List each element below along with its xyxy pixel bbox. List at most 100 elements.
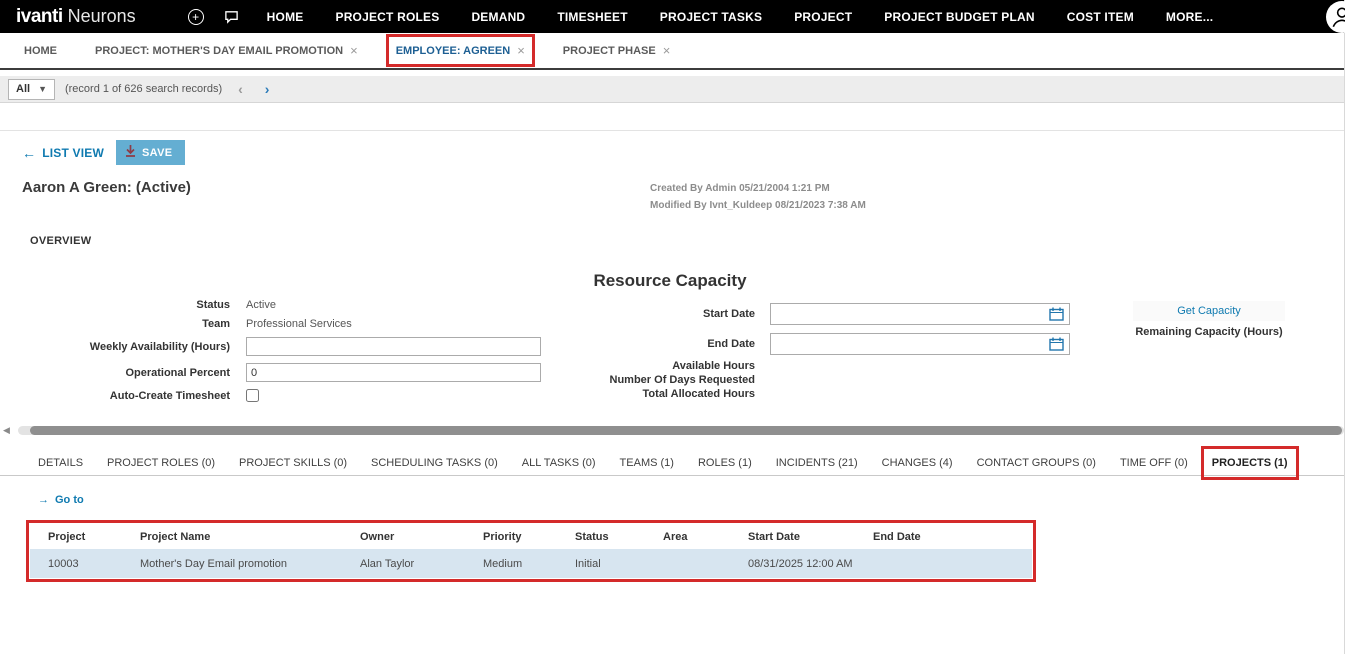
go-to-link[interactable]: → Go to	[38, 494, 84, 506]
workspace-tab-label: PROJECT PHASE	[563, 45, 656, 57]
projects-table-header: Project Project Name Owner Priority Stat…	[30, 524, 1032, 549]
tab-roles[interactable]: ROLES (1)	[698, 457, 752, 469]
workspace-tab-project-phase[interactable]: PROJECT PHASE ×	[563, 44, 671, 57]
status-row: Status Active	[0, 299, 541, 311]
tab-time-off[interactable]: TIME OFF (0)	[1120, 457, 1188, 469]
workspace-tab-project-mothers-day[interactable]: PROJECT: MOTHER'S DAY EMAIL PROMOTION ×	[95, 44, 358, 57]
total-allocated-label: Total Allocated Hours	[543, 388, 755, 400]
col-header-project-name: Project Name	[140, 531, 360, 543]
tab-details[interactable]: DETAILS	[38, 457, 83, 469]
col-header-project: Project	[48, 531, 140, 543]
col-header-status: Status	[575, 531, 663, 543]
tab-incidents[interactable]: INCIDENTS (21)	[776, 457, 858, 469]
tab-all-tasks[interactable]: ALL TASKS (0)	[522, 457, 596, 469]
back-arrow-icon: ←	[22, 145, 36, 161]
tab-scheduling-tasks[interactable]: SCHEDULING TASKS (0)	[371, 457, 498, 469]
workspace-tab-home[interactable]: HOME	[24, 45, 57, 57]
overview-section-label: OVERVIEW	[30, 235, 1344, 247]
record-meta: Created By Admin 05/21/2004 1:21 PM Modi…	[650, 181, 866, 214]
list-view-label: LIST VIEW	[42, 146, 104, 160]
close-icon[interactable]: ×	[663, 44, 671, 57]
employee-fields-column: Status Active Team Professional Services…	[0, 299, 541, 402]
start-date-label: Start Date	[543, 308, 755, 320]
user-avatar-icon[interactable]	[1326, 1, 1345, 33]
team-label: Team	[0, 318, 230, 330]
record-filter-value: All	[16, 83, 30, 95]
scroll-left-icon[interactable]: ◀	[3, 425, 10, 436]
menu-item-project[interactable]: PROJECT	[794, 10, 852, 24]
menu-item-cost-item[interactable]: COST ITEM	[1067, 10, 1134, 24]
weekly-availability-label: Weekly Availability (Hours)	[0, 341, 230, 353]
next-record-icon[interactable]: ›	[265, 81, 270, 97]
remaining-capacity-label: Remaining Capacity (Hours)	[1133, 326, 1285, 338]
weekly-availability-input[interactable]	[246, 337, 541, 356]
operational-percent-row: Operational Percent	[0, 363, 541, 382]
scrollbar-thumb[interactable]	[30, 426, 1342, 435]
end-date-row: End Date	[543, 329, 1070, 359]
auto-create-timesheet-row: Auto-Create Timesheet	[0, 389, 541, 402]
start-date-row: Start Date	[543, 299, 1070, 329]
menu-item-timesheet[interactable]: TIMESHEET	[557, 10, 627, 24]
cell-project-name: Mother's Day Email promotion	[140, 558, 360, 570]
start-date-input[interactable]	[771, 304, 1049, 324]
record-pager: ‹ ›	[238, 81, 269, 97]
cell-owner: Alan Taylor	[360, 558, 483, 570]
available-hours-label: Available Hours	[543, 360, 755, 372]
ivanti-neurons-logo[interactable]: ivanti Neurons	[16, 6, 136, 28]
tab-projects[interactable]: PROJECTS (1)	[1212, 457, 1288, 469]
save-label: SAVE	[142, 147, 172, 159]
available-hours-row: Available Hours	[543, 359, 1070, 373]
workspace-tab-label: HOME	[24, 45, 57, 57]
table-row[interactable]: 10003 Mother's Day Email promotion Alan …	[30, 549, 1032, 578]
previous-record-icon[interactable]: ‹	[238, 81, 243, 97]
save-button[interactable]: SAVE	[116, 140, 185, 165]
capacity-fields-column: Start Date End Date Available Hours Numb…	[543, 299, 1070, 401]
auto-create-timesheet-checkbox[interactable]	[246, 389, 259, 402]
close-icon[interactable]: ×	[350, 44, 358, 57]
go-to-arrow-icon: →	[38, 494, 49, 506]
start-date-field	[770, 303, 1070, 325]
auto-create-timesheet-label: Auto-Create Timesheet	[0, 390, 230, 402]
capacity-actions-column: Get Capacity Remaining Capacity (Hours)	[1133, 301, 1285, 338]
tab-changes[interactable]: CHANGES (4)	[882, 457, 953, 469]
close-icon[interactable]: ×	[517, 44, 525, 57]
tab-project-skills[interactable]: PROJECT SKILLS (0)	[239, 457, 347, 469]
tab-project-roles[interactable]: PROJECT ROLES (0)	[107, 457, 215, 469]
main-menu: HOME PROJECT ROLES DEMAND TIMESHEET PROJ…	[267, 10, 1214, 24]
projects-table: Project Project Name Owner Priority Stat…	[30, 524, 1032, 578]
col-header-owner: Owner	[360, 531, 483, 543]
workspace-tab-label: PROJECT: MOTHER'S DAY EMAIL PROMOTION	[95, 45, 343, 57]
record-filter-select[interactable]: All ▼	[8, 79, 55, 100]
topbar-icon-zone: +	[188, 9, 239, 25]
add-icon[interactable]: +	[188, 9, 204, 25]
get-capacity-button[interactable]: Get Capacity	[1133, 301, 1285, 321]
brand-neurons: Neurons	[68, 6, 136, 27]
end-date-input[interactable]	[771, 334, 1049, 354]
status-value: Active	[246, 299, 276, 311]
workspace-tabbar: HOME PROJECT: MOTHER'S DAY EMAIL PROMOTI…	[0, 33, 1344, 70]
team-value: Professional Services	[246, 318, 352, 330]
total-allocated-row: Total Allocated Hours	[543, 387, 1070, 401]
col-header-end-date: End Date	[873, 531, 1032, 543]
menu-item-more[interactable]: MORE...	[1166, 10, 1213, 24]
operational-percent-input[interactable]	[246, 363, 541, 382]
tab-contact-groups[interactable]: CONTACT GROUPS (0)	[977, 457, 1096, 469]
start-date-calendar-icon[interactable]	[1049, 307, 1069, 321]
team-row: Team Professional Services	[0, 318, 541, 330]
horizontal-scrollbar: ◀	[0, 425, 1344, 436]
end-date-calendar-icon[interactable]	[1049, 337, 1069, 351]
menu-item-project-tasks[interactable]: PROJECT TASKS	[660, 10, 762, 24]
menu-item-project-budget-plan[interactable]: PROJECT BUDGET PLAN	[884, 10, 1034, 24]
tab-teams[interactable]: TEAMS (1)	[620, 457, 674, 469]
message-icon[interactable]	[224, 9, 239, 24]
menu-item-home[interactable]: HOME	[267, 10, 304, 24]
menu-item-demand[interactable]: DEMAND	[471, 10, 525, 24]
list-view-button[interactable]: ← LIST VIEW	[22, 145, 104, 161]
end-date-label: End Date	[543, 338, 755, 350]
operational-percent-label: Operational Percent	[0, 367, 230, 379]
col-header-area: Area	[663, 531, 748, 543]
menu-item-project-roles[interactable]: PROJECT ROLES	[335, 10, 439, 24]
cell-start-date: 08/31/2025 12:00 AM	[748, 558, 873, 570]
status-label: Status	[0, 299, 230, 311]
workspace-tab-employee-agreen[interactable]: EMPLOYEE: AGREEN ×	[396, 44, 525, 57]
